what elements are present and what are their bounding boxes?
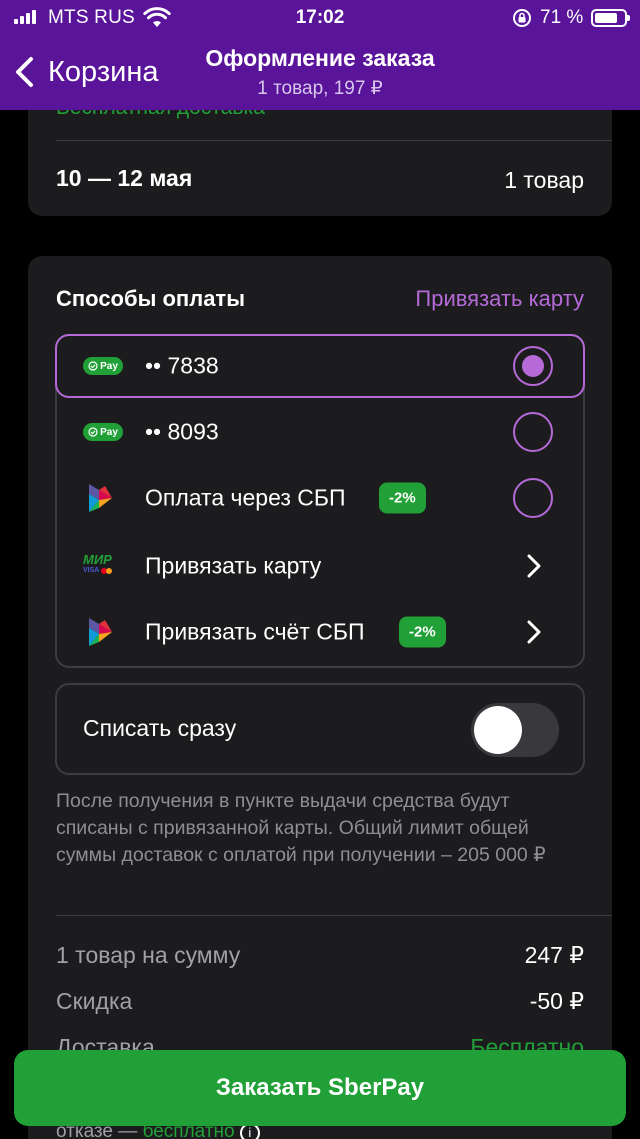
battery-icon: [591, 9, 630, 27]
divider: [56, 140, 612, 141]
discount-badge: -2%: [399, 616, 446, 648]
payment-note: После получения в пункте выдачи средства…: [56, 790, 546, 866]
status-bar: MTS RUS 17:02 71 %: [0, 0, 640, 36]
sbp-icon: [89, 618, 112, 646]
payment-card: Способы оплаты Привязать карту Pay •• 78…: [28, 256, 612, 1139]
link-card-button[interactable]: Привязать карту: [415, 286, 584, 312]
discount-badge: -2%: [379, 482, 426, 514]
radio-selected[interactable]: [513, 346, 553, 386]
payment-method-label: •• 8093: [145, 418, 219, 445]
top-bar: MTS RUS 17:02 71 % Корзина Оформление за…: [0, 0, 640, 110]
payment-method-sbp[interactable]: Оплата через СБП -2%: [57, 466, 583, 530]
summary-value: 247 ₽: [524, 942, 584, 968]
radio-unselected[interactable]: [513, 478, 553, 518]
sberpay-icon: Pay: [83, 423, 123, 441]
order-sberpay-button[interactable]: Заказать SberPay: [14, 1050, 626, 1126]
payment-method-label: •• 7838: [145, 352, 219, 379]
delivery-item-count: 1 товар: [504, 167, 584, 193]
charge-now-row: Списать сразу: [55, 683, 585, 775]
page-subtitle: 1 товар, 197 ₽: [257, 78, 383, 99]
payment-method-label: Оплата через СБП: [145, 484, 346, 511]
payment-method-link-card[interactable]: МИР VISA Привязать карту: [57, 534, 583, 598]
payment-methods-title: Способы оплаты: [56, 286, 245, 311]
radio-unselected[interactable]: [513, 412, 553, 452]
page-title: Оформление заказа: [205, 45, 435, 71]
summary-row-subtotal: 1 товар на сумму 247 ₽: [56, 942, 584, 969]
charge-now-toggle[interactable]: [471, 703, 559, 757]
chevron-right-icon: [527, 554, 541, 578]
payment-method-label: Привязать счёт СБП: [145, 618, 365, 645]
chevron-right-icon: [527, 620, 541, 644]
summary-value: -50 ₽: [529, 988, 584, 1014]
summary-row-discount: Скидка -50 ₽: [56, 988, 584, 1015]
payment-method-link-sbp[interactable]: Привязать счёт СБП -2%: [57, 600, 583, 664]
charge-now-label: Списать сразу: [83, 715, 237, 741]
payment-method-card-8093[interactable]: Pay •• 8093: [57, 400, 583, 464]
sberpay-icon: Pay: [83, 357, 123, 375]
payment-methods-list: Pay •• 7838 Pay •• 8093 Оплата через СБП…: [55, 334, 585, 668]
mir-card-icon: МИР VISA: [83, 552, 113, 574]
sbp-icon: [89, 484, 112, 512]
summary-label: Скидка: [56, 988, 133, 1014]
delivery-dates: 10 — 12 мая: [56, 165, 193, 191]
orientation-lock-icon: [513, 9, 531, 27]
payment-method-card-7838[interactable]: Pay •• 7838: [55, 334, 585, 398]
divider: [56, 915, 612, 916]
chevron-left-icon: [16, 57, 33, 87]
summary-label: 1 товар на сумму: [56, 942, 241, 968]
payment-method-label: Привязать карту: [145, 552, 322, 579]
battery-percent: 71 %: [540, 7, 584, 28]
